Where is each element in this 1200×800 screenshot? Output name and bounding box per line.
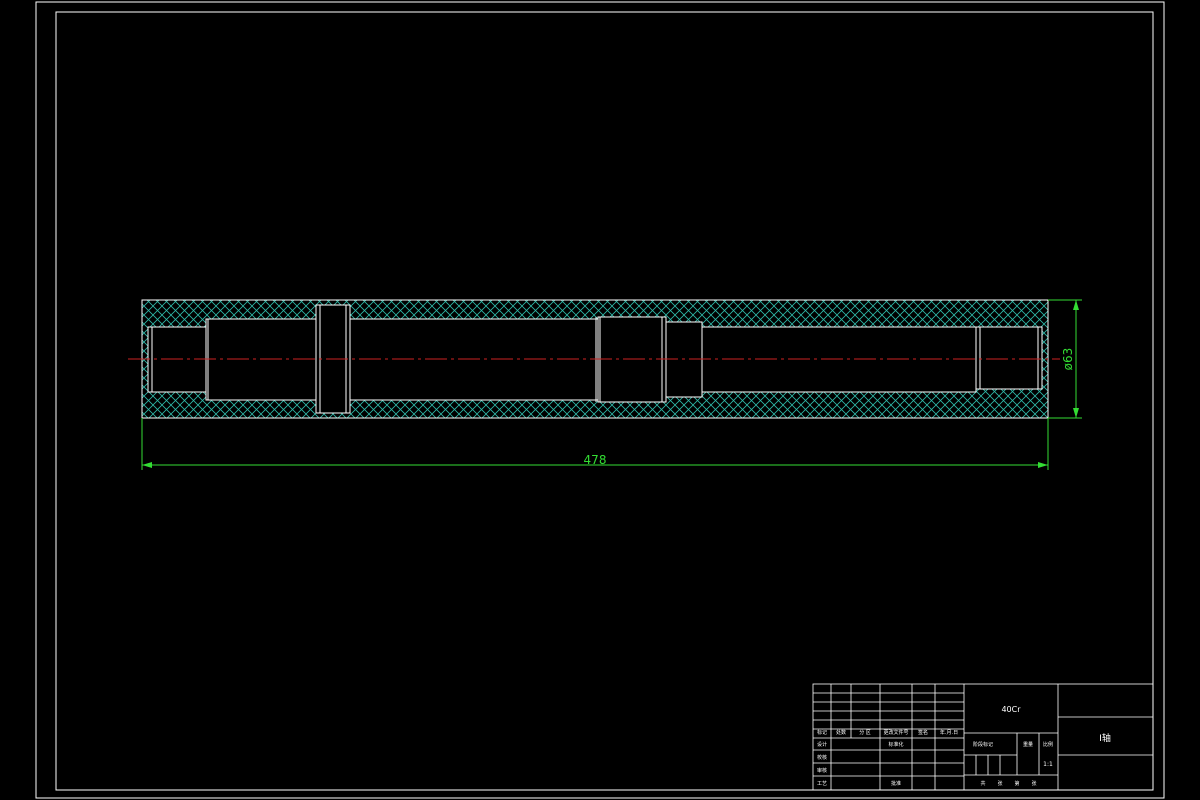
scale-value: 1:1 — [1043, 761, 1053, 768]
stage-mark-label: 阶段标记 — [973, 741, 993, 748]
scale-label: 比例 — [1043, 741, 1053, 748]
weight-label: 重量 — [1023, 741, 1033, 748]
head-change-doc: 更改文件号 — [883, 729, 908, 736]
row-process: 工艺 — [817, 781, 827, 787]
std-label: 标准化 — [888, 741, 903, 748]
cad-drawing-canvas: ø63 478 40Cr I轴 1:1 阶段标记 重量 比例 标记 处数 分 区… — [35, 1, 1165, 799]
sheet-total: 共 — [980, 780, 985, 787]
sheet-unit-2: 张 — [1031, 780, 1036, 787]
length-label: 478 — [584, 453, 607, 467]
head-mark: 标记 — [817, 729, 827, 736]
head-count: 处数 — [836, 729, 846, 736]
part-name-label: I轴 — [1099, 732, 1111, 744]
row-design: 设计 — [817, 741, 827, 748]
shaft-section-7 — [975, 326, 1043, 390]
material-label: 40Cr — [1001, 705, 1021, 714]
row-check: 校核 — [817, 754, 827, 761]
sheet-unit-1: 张 — [997, 780, 1002, 787]
head-signature: 签名 — [918, 729, 928, 736]
head-zone: 分 区 — [859, 729, 871, 736]
diameter-label: ø63 — [1061, 348, 1075, 371]
approve-label: 批准 — [891, 780, 901, 787]
row-review: 审核 — [817, 767, 827, 774]
head-date: 年.月.日 — [940, 729, 958, 736]
sheet-num: 第 — [1014, 780, 1019, 787]
